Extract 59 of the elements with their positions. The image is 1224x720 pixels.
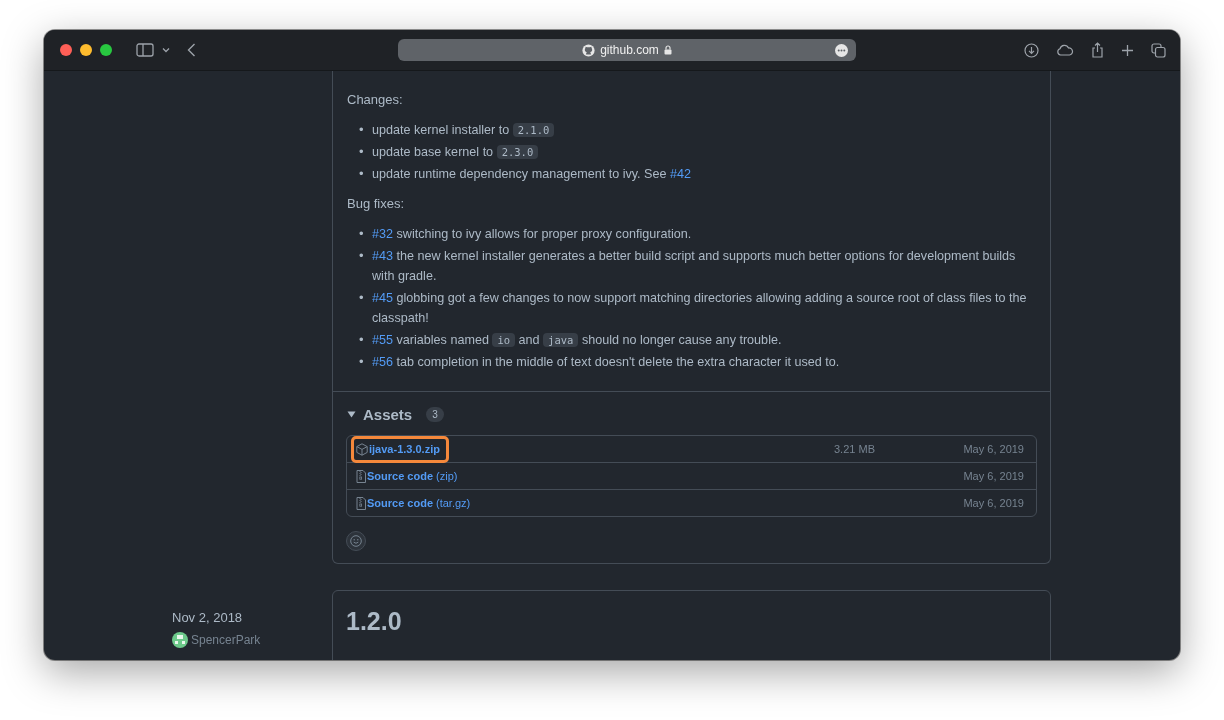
- list-item: #55 variables named io and java should no longer cause any trouble.: [372, 332, 782, 349]
- asset-date: May 6, 2019: [962, 443, 1024, 455]
- bullet: •: [359, 353, 365, 371]
- list-item: update base kernel to 2.3.0: [372, 142, 539, 162]
- issue-link[interactable]: #45: [372, 291, 393, 305]
- back-icon[interactable]: [187, 43, 196, 57]
- section-heading: Changes:: [347, 91, 404, 109]
- asset-link[interactable]: ijava-1.3.0.zip: [351, 435, 449, 463]
- list-item: #43 the new kernel installer generates a better build script and supports much better options for development builds with gradle.: [372, 248, 1017, 285]
- bullet: •: [359, 289, 365, 307]
- release-date: Nov 2, 2018: [172, 610, 244, 625]
- bullet: •: [359, 165, 365, 183]
- issue-link[interactable]: #56: [372, 355, 393, 369]
- address-bar[interactable]: github.com: [398, 39, 856, 61]
- sidebar-icon[interactable]: [136, 43, 154, 57]
- author-link[interactable]: SpencerPark: [191, 633, 261, 647]
- issue-link[interactable]: #42: [670, 167, 692, 181]
- package-icon: [356, 442, 368, 456]
- close-button[interactable]: [60, 44, 72, 56]
- disclosure-triangle-icon[interactable]: [347, 411, 356, 418]
- release-title: 1.2.0: [346, 607, 403, 636]
- section-heading: Bug fixes:: [347, 195, 406, 213]
- cloud-icon[interactable]: [1056, 44, 1074, 56]
- zip-file-icon: [356, 469, 366, 483]
- asset-link[interactable]: Source code (tar.gz): [351, 489, 480, 517]
- more-icon[interactable]: [835, 43, 848, 57]
- list-item: #45 globbing got a few changes to now support matching directories allowing adding a source root of class files to the classpath!: [372, 290, 1028, 327]
- new-tab-icon[interactable]: [1121, 43, 1134, 57]
- asset-date: May 6, 2019: [962, 497, 1024, 509]
- list-item: update runtime dependency management to ivy. See #42: [372, 166, 692, 183]
- issue-link[interactable]: #43: [372, 249, 393, 263]
- github-logo-icon: [582, 43, 596, 57]
- lock-icon: [663, 45, 672, 55]
- assets-title[interactable]: Assets: [363, 406, 413, 423]
- asset-date: May 6, 2019: [962, 470, 1024, 482]
- share-icon[interactable]: [1091, 42, 1104, 58]
- asset-link[interactable]: Source code (zip): [351, 462, 467, 490]
- bullet: •: [359, 331, 365, 349]
- list-item: #56 tab completion in the middle of text doesn't delete the extra character it used to.: [372, 354, 840, 371]
- smiley-icon: [350, 535, 362, 547]
- zoom-button[interactable]: [100, 44, 112, 56]
- issue-link[interactable]: #32: [372, 227, 393, 241]
- avatar-icon: [172, 632, 188, 648]
- download-icon[interactable]: [1024, 42, 1039, 58]
- file-size: 3.21 MB: [834, 443, 875, 455]
- bullet: •: [359, 121, 365, 139]
- zip-file-icon: [356, 496, 366, 510]
- address-text: github.com: [600, 43, 659, 57]
- add-reaction-button[interactable]: [346, 531, 366, 551]
- bullet: •: [359, 225, 365, 243]
- tabs-overview-icon[interactable]: [1151, 42, 1166, 58]
- list-item: #32 switching to ivy allows for proper proxy configuration.: [372, 226, 692, 243]
- issue-link[interactable]: #55: [372, 333, 393, 347]
- minimize-button[interactable]: [80, 44, 92, 56]
- list-item: update kernel installer to 2.1.0: [372, 120, 555, 140]
- bullet: •: [359, 143, 365, 161]
- chevron-down-icon[interactable]: [162, 47, 170, 53]
- bullet: •: [359, 247, 365, 265]
- count-badge: 3: [426, 407, 444, 422]
